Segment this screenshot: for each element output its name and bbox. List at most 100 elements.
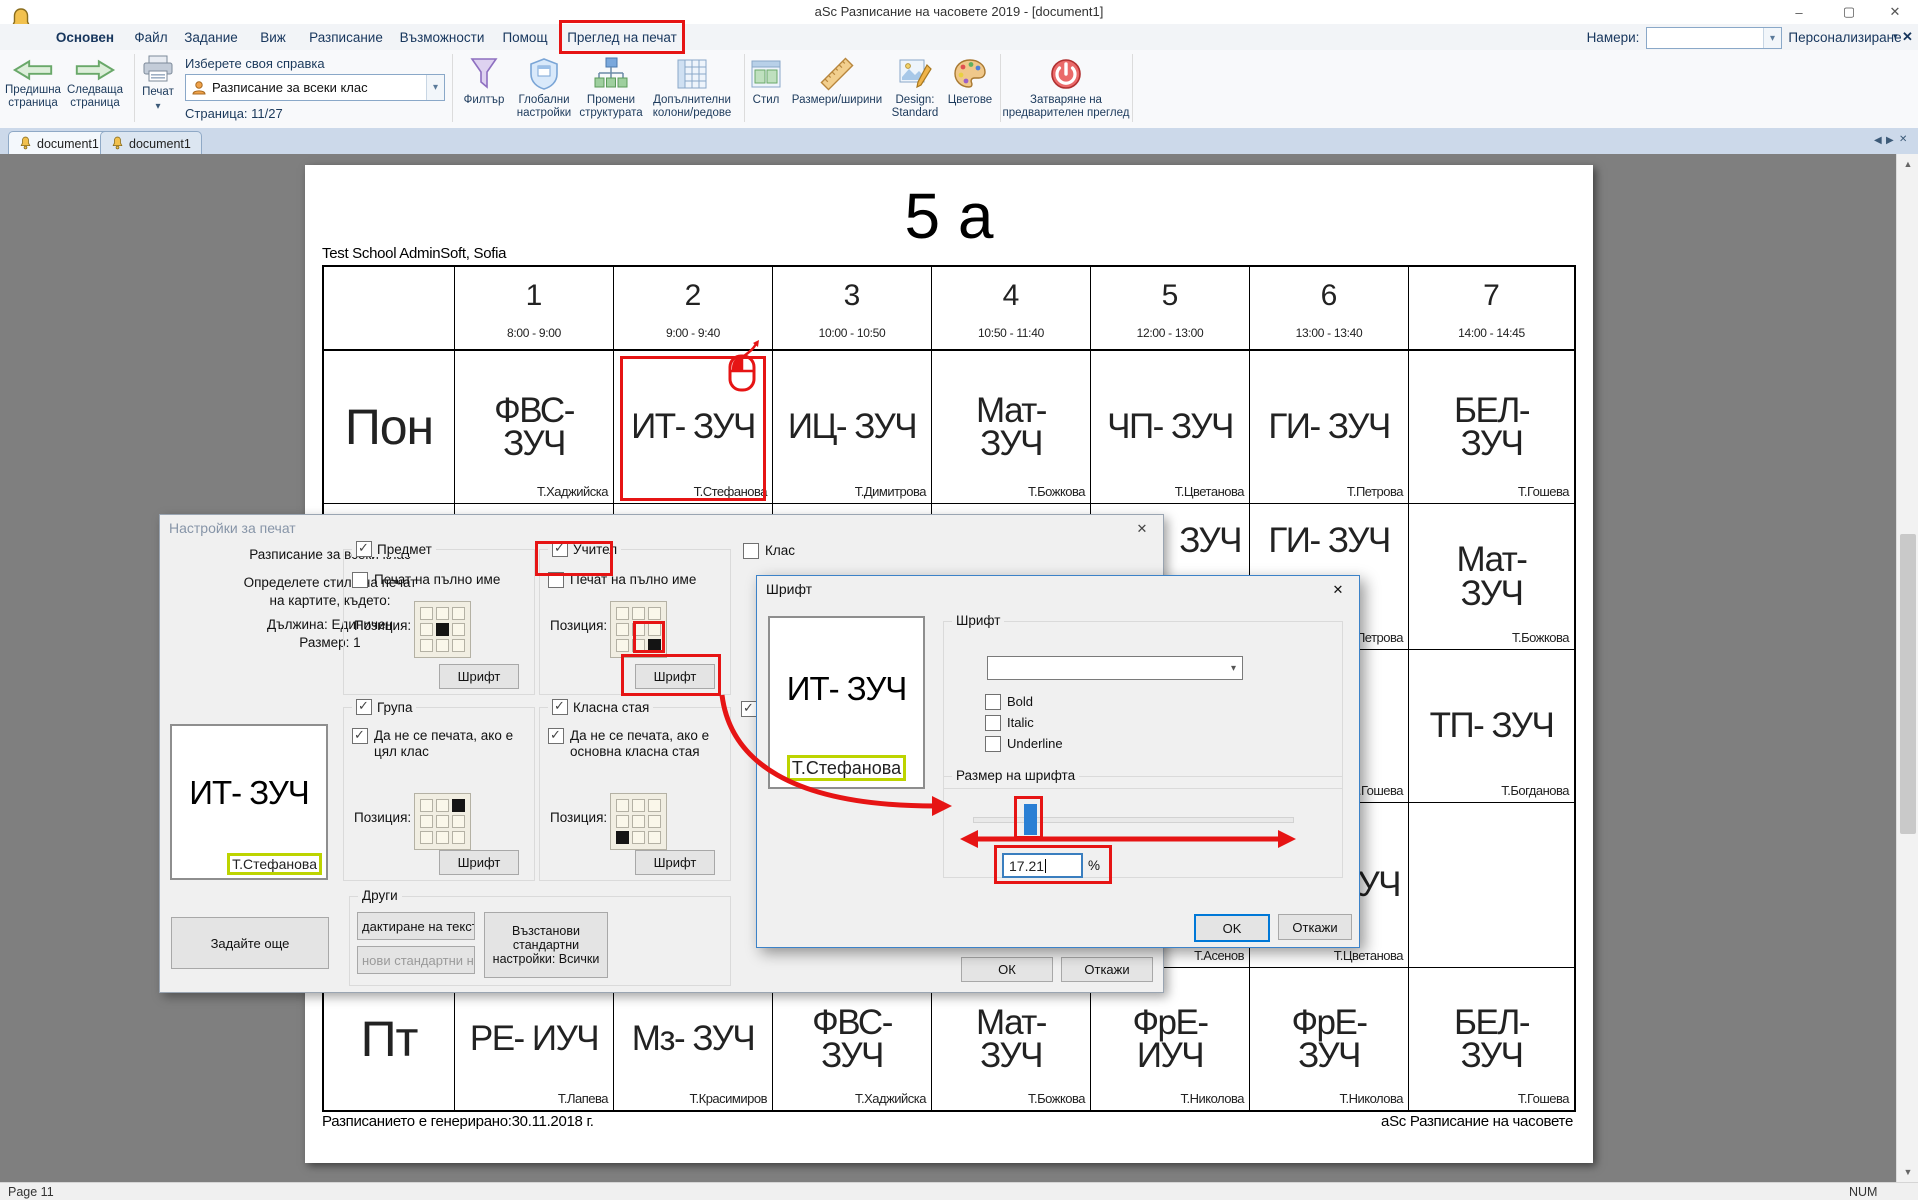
colors-button[interactable]: Цветове — [944, 56, 996, 107]
font-size-value: 17.21 — [1009, 858, 1044, 874]
timetable-cell — [1409, 803, 1574, 968]
font-size-slider-thumb[interactable] — [1024, 804, 1037, 835]
font-button[interactable]: Шрифт — [439, 664, 519, 689]
scroll-up-icon[interactable]: ▲ — [1897, 154, 1918, 174]
position-grid[interactable] — [414, 601, 471, 658]
global-settings-button[interactable]: Глобални настройки — [512, 56, 576, 119]
class-checkbox[interactable] — [743, 543, 759, 559]
print-button[interactable]: Печат ▾ — [132, 54, 184, 112]
filter-button[interactable]: Филтър — [456, 56, 512, 107]
generated-date: Разписанието е генерирано:30.11.2018 г. — [322, 1113, 594, 1130]
close-button[interactable]: ✕ — [1878, 2, 1912, 22]
tab-vazmozhnosti[interactable]: Възможности — [396, 24, 488, 50]
period-header: 310:00 - 10:50 — [773, 267, 932, 351]
tab-pomosht[interactable]: Помощ — [498, 24, 552, 50]
ok-button[interactable]: OK — [1194, 914, 1270, 942]
person-icon — [191, 80, 207, 96]
scroll-down-icon[interactable]: ▼ — [1897, 1162, 1918, 1182]
day-cell: Пон — [324, 351, 455, 504]
scrollbar-thumb[interactable] — [1900, 534, 1916, 834]
other-group-label: Други — [362, 888, 398, 903]
close-customize-icon[interactable]: ✕ — [1902, 29, 1913, 45]
tab-scroll-left-icon[interactable]: ◀ — [1874, 135, 1882, 146]
font-button[interactable]: Шрифт — [635, 850, 715, 875]
report-caption: Изберете своя справка — [185, 56, 325, 71]
document-bell-icon — [19, 136, 32, 151]
cancel-button[interactable]: Откажи — [1278, 914, 1352, 940]
style-button[interactable]: Стил — [744, 56, 788, 107]
italic-checkbox[interactable] — [985, 715, 1001, 731]
subject-checkbox[interactable] — [356, 541, 372, 557]
period-header: 18:00 - 9:00 — [455, 267, 614, 351]
dialog-title: Шрифт — [766, 581, 812, 597]
chevron-down-icon[interactable]: ▾ — [426, 75, 444, 100]
skip-whole-class-checkbox[interactable] — [352, 728, 368, 744]
document-tab-2[interactable]: document1 — [100, 131, 202, 155]
edit-texts-button[interactable]: дактиране на текстов — [357, 912, 475, 940]
design-button[interactable]: Design: Standard — [886, 56, 944, 119]
restore-defaults-button[interactable]: Възстанови стандартни настройки: Всички — [484, 912, 608, 978]
classroom-checkbox[interactable] — [552, 699, 568, 715]
tab-osnoven[interactable]: Основен — [46, 24, 124, 50]
minimize-button[interactable]: – — [1782, 2, 1816, 22]
tab-fail[interactable]: Файл — [128, 24, 174, 50]
set-more-button[interactable]: Задайте още — [171, 917, 329, 969]
font-button[interactable]: Шрифт — [439, 850, 519, 875]
sizes-widths-button[interactable]: Размери/ширини — [788, 56, 886, 107]
close-icon[interactable]: ✕ — [1127, 519, 1157, 538]
timetable-cell: ИЦ- ЗУЧТ.Димитрова — [773, 351, 932, 504]
skip-home-room-checkbox[interactable] — [548, 728, 564, 744]
title-bar: aSc Разписание на часовете 2019 - [docum… — [0, 0, 1918, 24]
period-header: 613:00 - 13:40 — [1250, 267, 1409, 351]
next-page-button[interactable]: Следваща страница — [64, 58, 126, 109]
table-grid-icon — [675, 56, 709, 92]
font-family-select[interactable]: ▾ — [987, 656, 1243, 680]
other-group: Други дактиране на текстов нови стандарт… — [349, 896, 731, 986]
font-size-slider-track[interactable] — [973, 817, 1294, 823]
cancel-button[interactable]: Откажи — [1061, 957, 1153, 982]
find-input[interactable]: ▾ — [1646, 27, 1782, 49]
underline-checkbox[interactable] — [985, 736, 1001, 752]
document-bell-icon — [111, 136, 124, 151]
teacher-checkbox[interactable] — [552, 541, 568, 557]
personalize-menu[interactable]: Персонализиране — [1795, 24, 1895, 50]
ok-button[interactable]: ОК — [961, 957, 1053, 982]
position-grid[interactable] — [610, 601, 667, 658]
close-icon[interactable]: ✕ — [1323, 580, 1353, 599]
position-grid[interactable] — [414, 793, 471, 850]
font-size-input[interactable]: 17.21 — [1002, 853, 1083, 878]
hidden-group-checkbox[interactable] — [741, 701, 757, 717]
tab-zadanie[interactable]: Задание — [180, 24, 242, 50]
close-preview-button[interactable]: Затваряне на предварителен преглед — [1002, 56, 1130, 119]
timetable-cell: ТП- ЗУЧТ.Богданова — [1409, 650, 1574, 803]
standard-settings-button[interactable]: нови стандартни нас — [357, 946, 475, 974]
restore-button[interactable]: ▢ — [1832, 2, 1866, 22]
position-grid[interactable] — [610, 793, 667, 850]
chevron-down-icon[interactable]: ▾ — [1893, 31, 1898, 42]
tab-pregled-na-pechat[interactable]: Преглед на печат — [566, 24, 678, 50]
fullname-checkbox[interactable] — [352, 572, 368, 588]
chevron-down-icon: ▾ — [155, 101, 160, 112]
tab-scroll-right-icon[interactable]: ▶ — [1886, 135, 1894, 146]
tab-razpisanie[interactable]: Разписание — [304, 24, 388, 50]
group-checkbox[interactable] — [356, 699, 372, 715]
chevron-down-icon[interactable]: ▾ — [1763, 28, 1781, 48]
tab-close-icon[interactable]: ✕ — [1899, 134, 1907, 145]
card-subject: ИТ- ЗУЧ — [172, 774, 326, 812]
teacher-group: Учител Печат на пълно име Позиция: Шрифт — [539, 549, 731, 695]
tab-vizh[interactable]: Виж — [252, 24, 294, 50]
chevron-down-icon[interactable]: ▾ — [1225, 657, 1242, 679]
fullname-checkbox[interactable] — [548, 572, 564, 588]
prev-page-button[interactable]: Предишна страница — [2, 58, 64, 109]
timetable-cell: БЕЛ- ЗУЧТ.Гошева — [1409, 351, 1574, 504]
bold-checkbox[interactable] — [985, 694, 1001, 710]
dialog-title-bar: Настройки за печат — [160, 515, 1163, 541]
change-structure-button[interactable]: Промени структурата — [578, 56, 644, 119]
extra-columns-button[interactable]: Допълнителни колони/редове — [646, 56, 738, 119]
vertical-scrollbar[interactable]: ▲ ▼ — [1896, 154, 1918, 1182]
timetable-cell: ФрЕ- ЗУЧТ.Николова — [1250, 968, 1409, 1110]
report-select[interactable]: Разписание за всеки клас ▾ — [185, 74, 445, 101]
teacher-font-button[interactable]: Шрифт — [635, 664, 715, 689]
document-tab-1[interactable]: document1 — [8, 131, 110, 155]
percent-label: % — [1088, 858, 1100, 873]
